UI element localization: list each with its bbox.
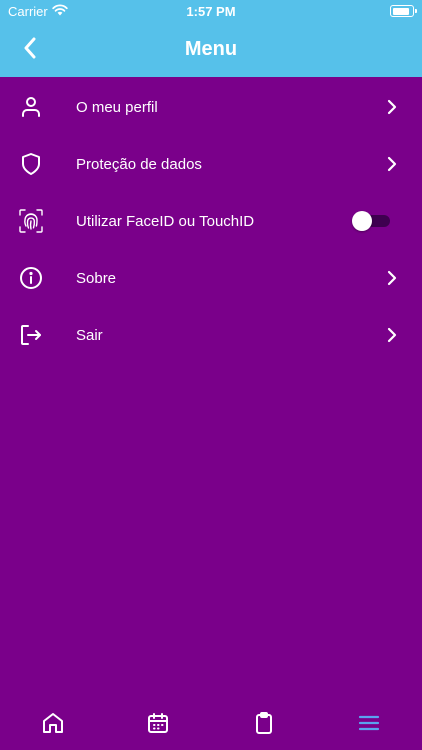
clipboard-icon	[252, 711, 276, 740]
menu-item-label: Proteção de dados	[76, 156, 202, 173]
tab-clipboard[interactable]	[238, 705, 290, 745]
tab-home[interactable]	[27, 705, 79, 745]
menu-item-profile[interactable]: O meu perfil	[0, 79, 422, 136]
menu-screen: Carrier 1:57 PM Menu O meu perfil Proteç…	[0, 0, 422, 750]
chevron-right-icon	[386, 98, 398, 116]
menu-item-label: Sobre	[76, 270, 117, 287]
battery-icon	[390, 5, 417, 17]
tab-menu[interactable]	[343, 705, 395, 745]
page-title: Menu	[184, 38, 238, 60]
info-icon	[18, 265, 44, 291]
tab-bar	[0, 700, 422, 750]
status-time: 1:57 PM	[186, 4, 236, 19]
menu-item-biometrics: Utilizar FaceID ou TouchID	[0, 193, 422, 250]
calendar-icon	[146, 711, 170, 740]
toggle-knob	[352, 211, 372, 231]
chevron-right-icon	[386, 155, 398, 173]
chevron-right-icon	[386, 326, 398, 344]
menu-item-logout[interactable]: Sair	[0, 307, 422, 364]
biometrics-toggle[interactable]	[352, 211, 390, 231]
tab-calendar[interactable]	[132, 705, 184, 745]
menu-item-data-protection[interactable]: Proteção de dados	[0, 136, 422, 193]
menu-icon	[357, 711, 381, 740]
menu-item-label: Utilizar FaceID ou TouchID	[76, 213, 255, 230]
menu-list: O meu perfil Proteção de dados Utilizar …	[0, 79, 422, 364]
home-icon	[41, 711, 65, 740]
chevron-right-icon	[386, 269, 398, 287]
nav-bar: Menu	[0, 22, 422, 77]
status-bar: Carrier 1:57 PM	[0, 0, 422, 22]
menu-item-about[interactable]: Sobre	[0, 250, 422, 307]
logout-icon	[18, 322, 44, 348]
shield-icon	[18, 151, 44, 177]
menu-item-label: Sair	[76, 327, 103, 344]
fingerprint-icon	[18, 208, 44, 234]
user-icon	[18, 94, 44, 120]
header: Carrier 1:57 PM Menu	[0, 0, 422, 77]
menu-item-label: O meu perfil	[76, 99, 158, 116]
